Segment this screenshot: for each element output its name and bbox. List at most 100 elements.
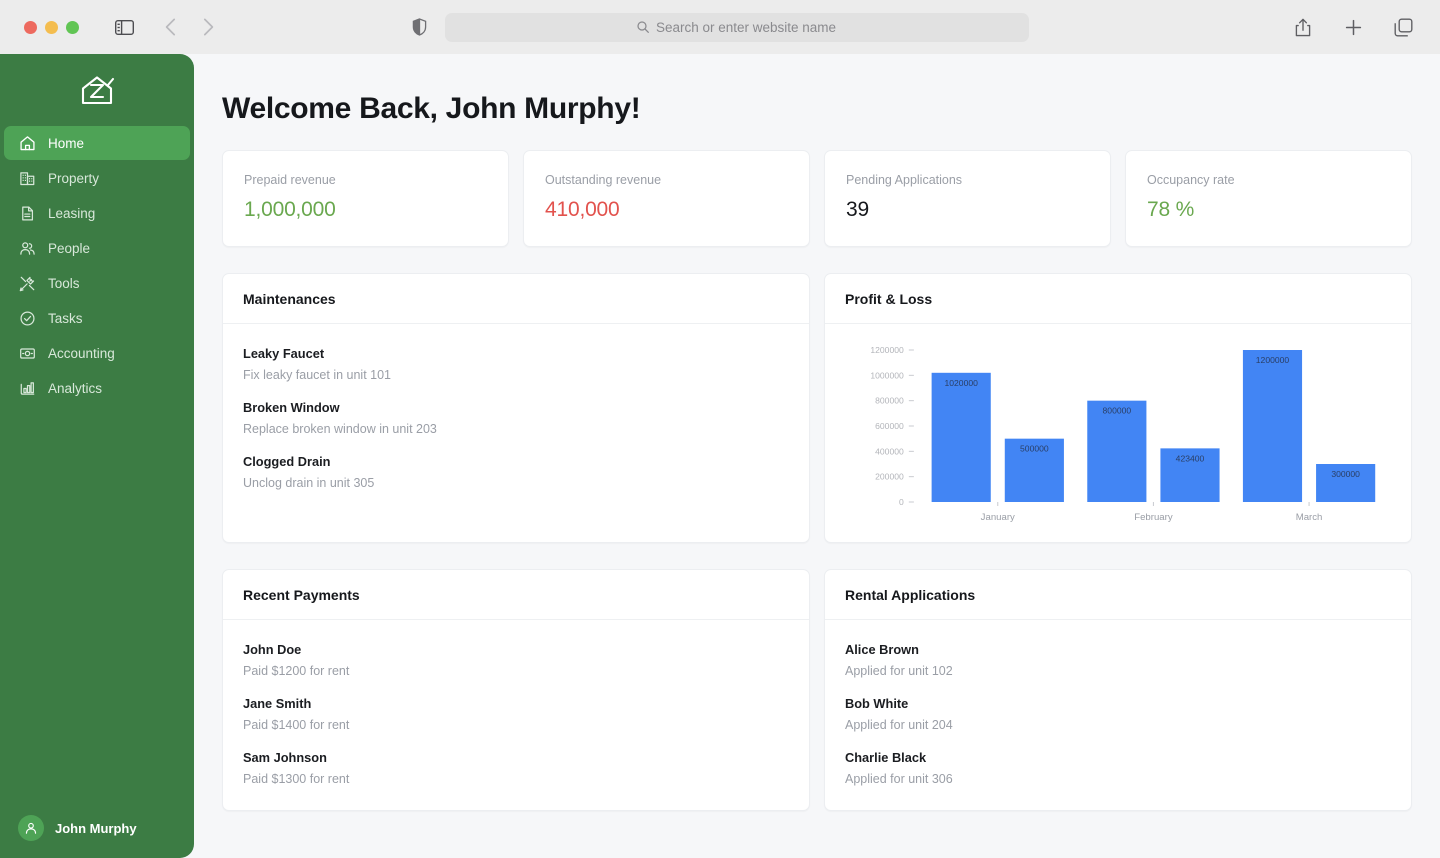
close-window-button[interactable] [24, 20, 37, 34]
sidebar-item-tools[interactable]: Tools [4, 266, 190, 300]
address-search-input[interactable]: Search or enter website name [444, 12, 1029, 42]
sidebar-item-label: People [48, 240, 91, 256]
kpi-row: Prepaid revenue 1,000,000 Outstanding re… [222, 150, 1412, 247]
kpi-card-prepaid-revenue[interactable]: Prepaid revenue 1,000,000 [222, 150, 509, 247]
list-item-title: Leaky Faucet [243, 346, 325, 361]
kpi-card-outstanding-revenue[interactable]: Outstanding revenue 410,000 [523, 150, 810, 247]
sidebar-item-label: Property [48, 170, 100, 186]
list-item-title: Broken Window [243, 400, 340, 415]
page-content: Home Property Leasing People Tools Tasks… [0, 54, 1440, 858]
bar-chart-icon [18, 379, 36, 397]
y-tick-label: 1000000 [870, 370, 904, 380]
kpi-card-occupancy-rate[interactable]: Occupancy rate 78 % [1125, 150, 1412, 247]
rental-applications-list: Alice Brown Applied for unit 102 Bob Whi… [825, 620, 1411, 810]
home-icon [18, 134, 36, 152]
sidebar-item-accounting[interactable]: Accounting [4, 336, 190, 370]
cash-icon [18, 344, 36, 362]
back-arrow-icon[interactable] [155, 12, 185, 42]
profit-loss-chart: 0 200000 400000 600000 800000 1000000 1200000 1… [825, 324, 1411, 542]
profit-loss-card: Profit & Loss 0 200000 400000 600000 800000 1… [824, 273, 1412, 543]
kpi-value: 78 % [1147, 198, 1195, 221]
kpi-label: Occupancy rate [1147, 173, 1235, 187]
sidebar-toggle-icon[interactable] [109, 12, 139, 42]
sidebar-item-label: Leasing [48, 205, 96, 221]
kpi-label: Pending Applications [846, 173, 963, 187]
maintenances-list: Leaky Faucet Fix leaky faucet in unit 10… [223, 324, 809, 514]
app-sidebar: Home Property Leasing People Tools Tasks… [0, 54, 194, 858]
toolbar-right-actions [1288, 12, 1424, 42]
sidebar-item-people[interactable]: People [4, 231, 190, 265]
sidebar-item-label: Accounting [48, 345, 115, 361]
new-tab-plus-icon[interactable] [1338, 12, 1368, 42]
sidebar-item-property[interactable]: Property [4, 161, 190, 195]
sidebar-item-analytics[interactable]: Analytics [4, 371, 190, 405]
house-logo-icon [78, 73, 116, 112]
bar[interactable] [931, 372, 991, 502]
sidebar-item-label: Home [48, 135, 85, 151]
list-item-title: John Doe [243, 642, 302, 657]
privacy-shield-icon[interactable] [412, 18, 427, 36]
card-title: Profit & Loss [825, 274, 1411, 324]
window-traffic-lights [24, 20, 79, 34]
list-item-subtitle: Applied for unit 204 [845, 718, 953, 732]
list-item-title: Bob White [845, 696, 909, 711]
building-icon [18, 169, 36, 187]
bar[interactable] [1087, 400, 1147, 502]
list-item-title: Alice Brown [845, 642, 919, 657]
list-item[interactable]: Leaky Faucet Fix leaky faucet in unit 10… [243, 346, 789, 382]
list-item-subtitle: Replace broken window in unit 203 [243, 422, 437, 436]
forward-arrow-icon[interactable] [193, 12, 223, 42]
list-item-subtitle: Fix leaky faucet in unit 101 [243, 368, 391, 382]
card-title: Rental Applications [825, 570, 1411, 620]
user-avatar-icon [18, 815, 44, 841]
sidebar-item-home[interactable]: Home [4, 126, 190, 160]
bar-data-label: 500000 [1020, 444, 1049, 454]
sidebar-item-label: Tools [48, 275, 80, 291]
list-item[interactable]: Bob White Applied for unit 204 [845, 696, 1391, 732]
address-placeholder-text: Search or enter website name [655, 19, 837, 35]
kpi-value: 1,000,000 [244, 198, 336, 221]
sidebar-item-leasing[interactable]: Leasing [4, 196, 190, 230]
list-item[interactable]: Clogged Drain Unclog drain in unit 305 [243, 454, 789, 490]
y-tick-label: 200000 [875, 472, 904, 482]
list-item-subtitle: Unclog drain in unit 305 [243, 476, 375, 490]
dashboard-main: Welcome Back, John Murphy! Prepaid reven… [194, 54, 1440, 858]
bar-data-label: 300000 [1331, 469, 1360, 479]
sidebar-item-tasks[interactable]: Tasks [4, 301, 190, 335]
list-item[interactable]: Charlie Black Applied for unit 306 [845, 750, 1391, 786]
list-item-title: Charlie Black [845, 750, 927, 765]
y-tick-label: 800000 [875, 396, 904, 406]
list-item-title: Jane Smith [243, 696, 312, 711]
tabs-overview-icon[interactable] [1388, 12, 1418, 42]
sidebar-user-name: John Murphy [55, 820, 137, 836]
kpi-card-pending-applications[interactable]: Pending Applications 39 [824, 150, 1111, 247]
browser-toolbar: Search or enter website name [0, 0, 1440, 54]
share-icon[interactable] [1288, 12, 1318, 42]
document-icon [18, 204, 36, 222]
card-title: Recent Payments [223, 570, 809, 620]
zoom-window-button[interactable] [66, 20, 79, 34]
list-item[interactable]: Broken Window Replace broken window in u… [243, 400, 789, 436]
sidebar-item-label: Analytics [48, 380, 103, 396]
list-item[interactable]: Jane Smith Paid $1400 for rent [243, 696, 789, 732]
tools-icon [18, 274, 36, 292]
page-title: Welcome Back, John Murphy! [222, 92, 641, 125]
sidebar-user-profile[interactable]: John Murphy [0, 808, 194, 848]
list-item[interactable]: Sam Johnson Paid $1300 for rent [243, 750, 789, 786]
minimize-window-button[interactable] [45, 20, 58, 34]
bar[interactable] [1242, 350, 1303, 502]
check-circle-icon [18, 309, 36, 327]
recent-payments-card: Recent Payments John Doe Paid $1200 for … [222, 569, 810, 811]
list-item-title: Sam Johnson [243, 750, 327, 765]
kpi-value: 39 [846, 198, 869, 221]
card-title: Maintenances [223, 274, 809, 324]
bar-chart-svg: 0 200000 400000 600000 800000 1000000 1200000 1… [870, 345, 1376, 523]
list-item-subtitle: Paid $1300 for rent [243, 772, 350, 786]
y-tick-label: 600000 [875, 421, 904, 431]
maintenances-card: Maintenances Leaky Faucet Fix leaky fauc… [222, 273, 810, 543]
app-logo[interactable] [0, 66, 194, 118]
kpi-value: 410,000 [545, 198, 620, 221]
list-item[interactable]: John Doe Paid $1200 for rent [243, 642, 789, 678]
list-item[interactable]: Alice Brown Applied for unit 102 [845, 642, 1391, 678]
